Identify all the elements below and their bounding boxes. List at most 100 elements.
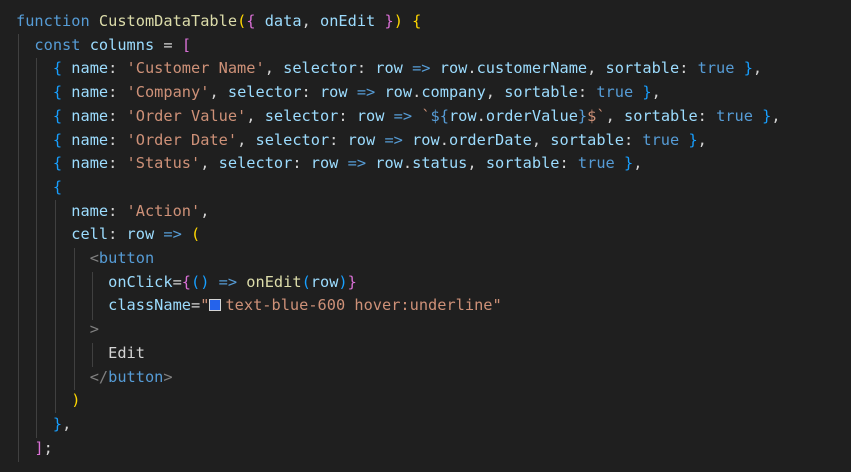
code-line[interactable]: ]; [0,437,52,461]
code-token: , [531,130,551,149]
code-line[interactable]: <button [0,247,154,271]
code-token: , [752,59,763,78]
code-token: { [412,12,422,30]
code-token: : [292,154,311,173]
code-token: sortable [605,59,680,78]
code-token: : [301,83,320,102]
code-token: } [384,12,394,30]
code-token: } [743,59,753,78]
code-line[interactable]: ) [0,389,80,413]
code-token: { [52,154,63,173]
code-token: row [356,106,385,125]
code-token: sortable [550,130,624,149]
code-token: orderDate [448,130,532,149]
code-token: true [642,130,680,149]
code-token: name [71,83,109,102]
code-line[interactable]: const columns = [ [0,34,191,58]
code-token: : [697,106,717,125]
code-token: => [393,106,413,125]
code-token: : [577,83,597,102]
code-token: row [310,272,339,291]
color-swatch-icon[interactable] [209,299,222,312]
code-token: { [52,59,63,78]
code-token: { [52,130,63,149]
code-line[interactable]: function CustomDataTable({ data, onEdit … [0,10,421,34]
code-line[interactable]: { name: 'Order Date', selector: row => r… [0,129,707,153]
code-line[interactable]: { name: 'Order Value', selector: row => … [0,105,781,129]
code-token: , [264,59,284,78]
code-token: 'Order Value' [126,106,247,125]
code-token: } [52,414,63,433]
code-line[interactable]: cell: row => ( [0,223,200,247]
code-token: , [209,83,228,102]
code-token: : [108,130,127,149]
code-token: } [347,272,357,291]
code-token: , [301,12,320,30]
code-token: row [347,130,376,149]
code-token: true [577,154,615,173]
code-editor[interactable]: function CustomDataTable({ data, onEdit … [0,0,851,472]
code-token: = [191,296,201,315]
code-token: button [108,367,164,386]
code-line[interactable]: { name: 'Status', selector: row => row.s… [0,152,643,176]
code-token: > [163,367,173,386]
code-line[interactable]: { [0,176,62,200]
code-token: ` [421,106,431,125]
code-line[interactable]: }, [0,413,71,437]
code-token: => [356,83,376,102]
code-token: sortable [504,83,578,102]
code-token: : [356,59,376,78]
code-line[interactable]: > [0,318,99,342]
code-token: " [200,296,210,315]
code-token: { [52,177,63,196]
code-token: 'Company' [126,83,210,102]
code-token: , [62,414,72,433]
code-token: true [697,59,735,78]
code-token: columns [89,35,155,54]
code-token: orderValue [485,106,578,125]
code-token: , [485,83,505,102]
code-line[interactable]: name: 'Action', [0,200,209,224]
code-token: : [623,130,643,149]
code-line[interactable]: { name: 'Customer Name', selector: row =… [0,57,762,81]
code-token: name [71,154,109,173]
code-token: cell [71,225,109,244]
code-token: row [126,225,155,244]
code-token: { [246,12,256,30]
code-token: = [172,272,182,291]
code-line[interactable]: { name: 'Company', selector: row => row.… [0,81,661,105]
code-line[interactable]: className=" text-blue-600 hover:underline… [0,294,502,318]
code-token: > [89,320,99,339]
code-line[interactable]: Edit [0,342,145,366]
code-token: row [412,130,440,149]
code-token: row [375,59,403,78]
code-token: : [108,201,127,220]
code-line[interactable]: onClick={() => onEdit(row)} [0,271,357,295]
code-line[interactable]: </button> [0,366,173,390]
code-token: } [688,130,698,149]
code-token: { [52,83,63,102]
code-token: 'Customer Name' [126,59,265,78]
code-token: 'Status' [126,154,201,173]
code-token: : [679,59,698,78]
